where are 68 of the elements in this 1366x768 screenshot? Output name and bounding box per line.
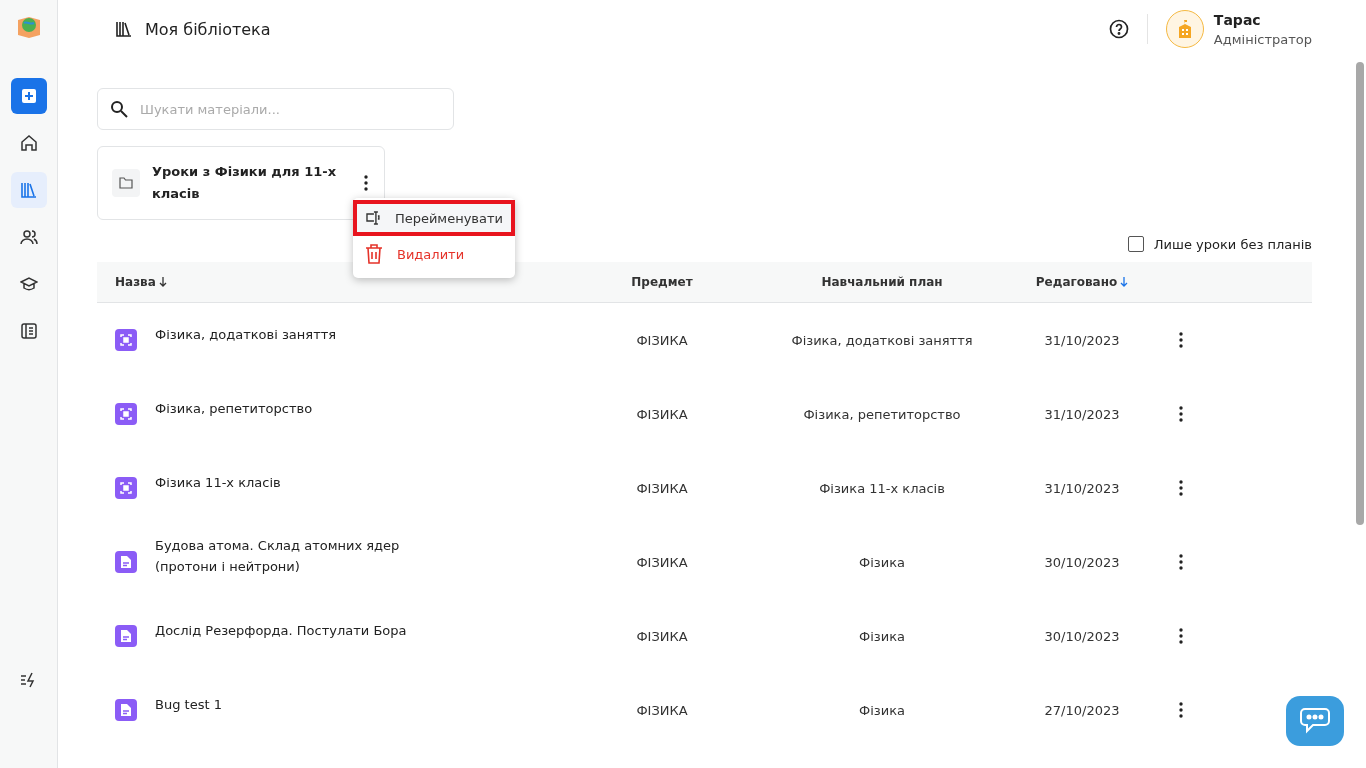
plan-icon [115, 403, 137, 425]
more-icon [1179, 628, 1183, 644]
subject-cell-text: ФІЗИКА [635, 554, 689, 570]
material-name[interactable]: Bug test 1 [155, 693, 222, 715]
menu-item[interactable]: Перейменувати [353, 200, 515, 236]
checkbox[interactable] [1127, 236, 1144, 252]
page-title: Моя бібліотека [145, 19, 272, 39]
folder-name: Уроки з Фізики для 11-х класів [152, 163, 338, 203]
subject-cell-text: ФІЗИКА [635, 332, 689, 348]
date-cell-text: 27/10/2023 [1043, 702, 1121, 718]
material-name[interactable]: Будова атома. Склад атомних ядер (протони і нейтрони) [155, 535, 445, 577]
user-name: Тарас [1213, 11, 1262, 28]
date-cell-text: 31/10/2023 [1043, 406, 1121, 422]
more-icon [1179, 702, 1183, 718]
date-cell-text: 30/10/2023 [1043, 554, 1121, 570]
plan-cell-text: Фізика [858, 628, 906, 644]
more-icon [364, 175, 368, 191]
notebook-icon [19, 322, 38, 340]
plan-icon [115, 477, 137, 499]
subject-cell-text: ФІЗИКА [635, 406, 689, 422]
material-name[interactable]: Фізика, репетиторство [155, 397, 313, 419]
column-header[interactable]: Навчальний план [747, 275, 1017, 289]
more-button[interactable] [362, 173, 370, 193]
material-name[interactable]: Дослід Резерфорда. Постулати Бора [155, 619, 407, 641]
material-name[interactable]: Фізика 11-х класів [155, 471, 281, 493]
document-icon [115, 625, 137, 647]
library-icon [19, 181, 38, 199]
subject-cell-text: ФІЗИКА [635, 480, 689, 496]
date-cell-text: 31/10/2023 [1043, 332, 1121, 348]
user-role: Адміністратор [1213, 31, 1312, 47]
subject-cell-text: ФІЗИКА [635, 702, 689, 718]
menu-item[interactable]: Видалити [353, 236, 515, 272]
document-icon [115, 551, 137, 573]
chat-icon [1299, 707, 1331, 735]
users-icon [19, 228, 38, 246]
date-cell-text: 31/10/2023 [1043, 480, 1121, 496]
date-cell-text: 30/10/2023 [1043, 628, 1121, 644]
more-icon [1179, 406, 1183, 422]
plan-icon [115, 329, 137, 351]
column-header[interactable]: Назва [97, 275, 577, 289]
search-field[interactable]: Шукати матеріали... [97, 88, 454, 130]
subject-cell-text: ФІЗИКА [635, 628, 689, 644]
plan-cell-text: Фізика [858, 554, 906, 570]
sort-arrow-icon [158, 277, 167, 287]
material-name[interactable]: Фізика, додаткові заняття [155, 323, 337, 345]
library-icon [115, 20, 133, 38]
home-icon [19, 134, 38, 152]
plan-cell-text: Фізика 11-х класів [818, 480, 946, 496]
more-icon [1179, 554, 1183, 570]
scrollbar-thumb[interactable] [1356, 62, 1364, 525]
more-icon [1179, 332, 1183, 348]
column-header[interactable]: Предмет [577, 275, 747, 289]
rename-icon [365, 211, 381, 225]
plan-cell-text: Фізика [858, 702, 906, 718]
help-icon[interactable] [1108, 19, 1129, 39]
sort-arrow-icon [1120, 277, 1129, 287]
add-icon [19, 87, 38, 105]
create-button[interactable] [10, 78, 47, 114]
folder-icon [112, 169, 140, 197]
document-icon [115, 699, 137, 721]
chat-button[interactable] [1286, 696, 1344, 746]
trash-icon [365, 244, 383, 264]
column-header[interactable]: Редаговано [1017, 275, 1147, 289]
more-icon [1179, 480, 1183, 496]
graduation-cap-icon [19, 275, 38, 293]
plan-cell-text: Фізика, репетиторство [802, 406, 962, 422]
search-icon [110, 100, 128, 118]
plan-cell-text: Фізика, додаткові заняття [790, 332, 974, 348]
